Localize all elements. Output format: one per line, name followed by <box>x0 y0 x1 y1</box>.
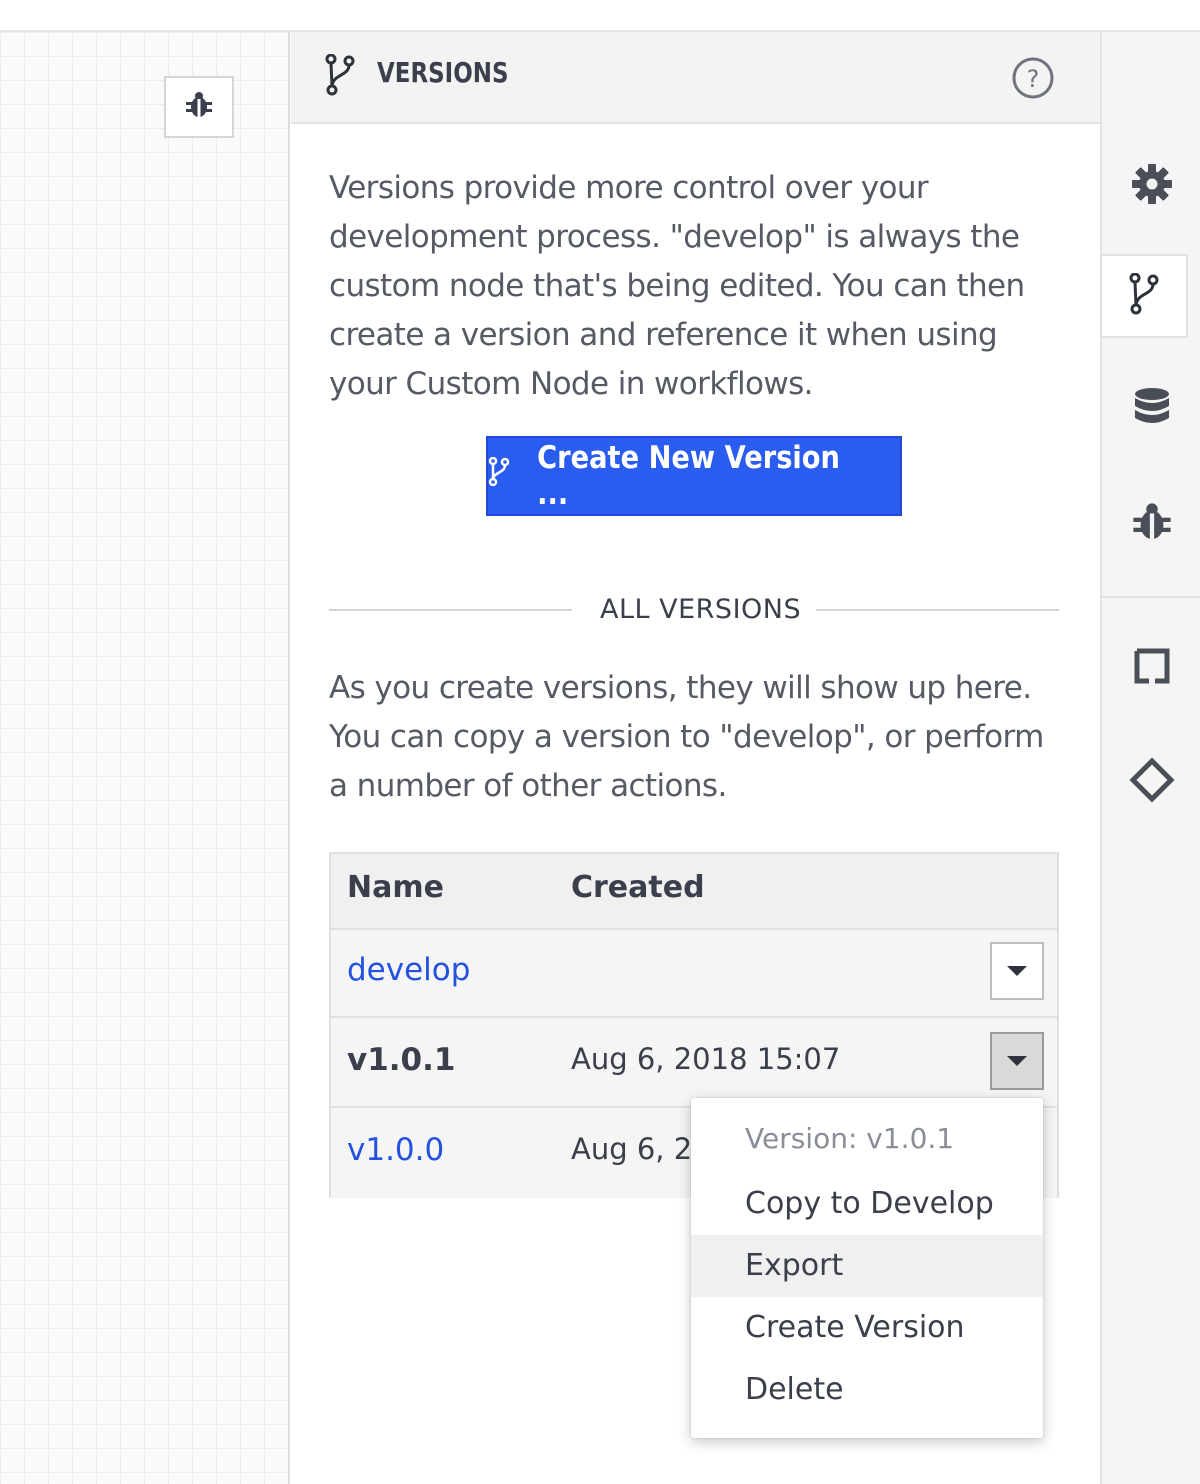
top-bar <box>0 0 1200 32</box>
version-created: Aug 6, 20 <box>571 1132 711 1166</box>
panel-header: VERSIONS ? <box>291 32 1100 124</box>
chevron-down-icon <box>1007 966 1027 976</box>
menu-item-copy-to-develop[interactable]: Copy to Develop <box>691 1173 1043 1235</box>
menu-item-export[interactable]: Export <box>691 1235 1043 1297</box>
diamond-icon <box>1129 757 1175 807</box>
svg-text:?: ? <box>1027 65 1040 93</box>
column-header-name: Name <box>347 870 444 905</box>
table-header: Name Created <box>331 854 1057 930</box>
table-row: v1.0.1 Aug 6, 2018 15:07 <box>331 1020 1057 1108</box>
menu-item-create-version[interactable]: Create Version <box>691 1297 1043 1359</box>
menu-header: Version: v1.0.1 <box>745 1122 955 1155</box>
rail-separator <box>1102 596 1200 598</box>
version-name-link[interactable]: develop <box>347 952 470 988</box>
help-icon[interactable]: ? <box>1011 56 1055 104</box>
branch-icon <box>1129 272 1159 319</box>
create-button-label: Create New Version ... <box>537 440 840 512</box>
right-rail <box>1100 32 1200 1484</box>
version-actions-dropdown[interactable] <box>990 1032 1044 1090</box>
branch-icon <box>488 456 510 495</box>
rail-debug[interactable] <box>1102 482 1200 566</box>
version-created: Aug 6, 2018 15:07 <box>571 1042 841 1076</box>
rail-settings[interactable] <box>1102 144 1200 228</box>
version-name-link[interactable]: v1.0.0 <box>347 1132 444 1168</box>
workflow-canvas[interactable] <box>0 32 290 1484</box>
version-name: v1.0.1 <box>347 1042 456 1078</box>
rail-versions[interactable] <box>1102 254 1188 338</box>
column-header-created: Created <box>571 870 705 905</box>
rail-storage[interactable] <box>1102 368 1200 452</box>
version-actions-dropdown[interactable] <box>990 942 1044 1000</box>
bug-icon <box>186 91 212 123</box>
bug-icon <box>1133 502 1171 546</box>
square-icon <box>1133 647 1171 689</box>
divider-line-right <box>816 609 1059 611</box>
divider-line-left <box>329 609 572 611</box>
version-actions-menu: Version: v1.0.1 Copy to Develop Export C… <box>691 1098 1043 1438</box>
create-new-version-button[interactable]: Create New Version ... <box>486 436 902 516</box>
canvas-debug-button[interactable] <box>164 76 234 138</box>
table-row: develop <box>331 930 1057 1018</box>
rail-frame[interactable] <box>1102 626 1200 710</box>
all-versions-label: ALL VERSIONS <box>600 594 802 625</box>
versions-list-description: As you create versions, they will show u… <box>329 670 1044 804</box>
gear-icon <box>1130 162 1174 210</box>
menu-item-delete[interactable]: Delete <box>691 1359 1043 1421</box>
chevron-down-icon <box>1007 1056 1027 1066</box>
rail-code[interactable] <box>1102 740 1200 824</box>
panel-title: VERSIONS <box>377 56 509 89</box>
database-icon <box>1132 386 1172 434</box>
versions-description: Versions provide more control over your … <box>329 170 1025 402</box>
branch-icon <box>325 53 355 100</box>
